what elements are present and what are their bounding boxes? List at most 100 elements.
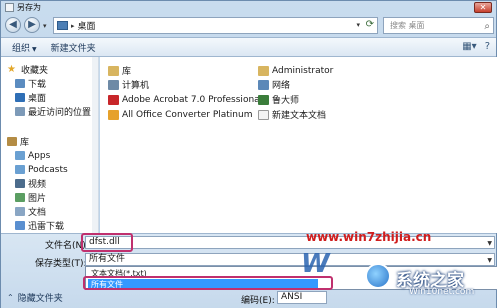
sidebar-item-label: 最近访问的位置 (28, 108, 92, 118)
highlight-box (81, 233, 133, 252)
address-row: ◀ ▶ ▾ ▸ 桌面 ▾ ⟳ 搜索 桌面 ⌕ (1, 14, 496, 36)
sidebar-item-label: Podcasts (28, 164, 68, 175)
refresh-icon[interactable]: ⟳ (366, 19, 374, 30)
hide-folders-button[interactable]: ⌃ 隐藏文件夹 (7, 291, 63, 304)
address-path[interactable]: 桌面 (78, 19, 96, 32)
highlight-box (83, 276, 333, 290)
organize-button[interactable]: 组织 ▼ (12, 41, 37, 54)
search-icon[interactable]: ⌕ (484, 19, 490, 34)
file-label: Adobe Acrobat 7.0 Professional (122, 94, 263, 105)
sidebar-item-xunlei[interactable]: 迅雷下载 (15, 219, 113, 232)
watermark-url: www.win7zhijia.cn (306, 230, 432, 244)
new-folder-button[interactable]: 新建文件夹 (51, 41, 96, 54)
filename-field[interactable]: dfst.dll ▼ (85, 236, 495, 249)
address-dropdown-icon[interactable]: ▾ (356, 21, 360, 29)
organize-label: 组织 (12, 43, 31, 54)
chevron-down-icon[interactable]: ▼ (487, 238, 492, 249)
encoding-select[interactable]: ANSI (277, 291, 327, 304)
sidebar-item-label: 库 (20, 138, 30, 148)
app-icon (5, 3, 14, 12)
hide-folders-label: 隐藏文件夹 (17, 294, 63, 304)
sidebar-item-pictures[interactable]: 图片 (15, 191, 113, 204)
library-icon (7, 137, 17, 146)
forward-button[interactable]: ▶ (24, 17, 40, 33)
list-item[interactable]: Administrator (258, 63, 333, 78)
list-item[interactable]: 网络 (258, 77, 290, 92)
user-folder-icon (258, 65, 269, 76)
file-label: 库 (122, 67, 132, 77)
watermark-site: Win10net.com (409, 287, 475, 297)
sidebar-item-podcasts[interactable]: Podcasts (15, 163, 113, 176)
sidebar-item-label: 迅雷下载 (28, 222, 65, 232)
chevron-down-icon: ▼ (32, 45, 37, 53)
sidebar-item-documents[interactable]: 文档 (15, 205, 113, 218)
search-placeholder: 搜索 桌面 (390, 21, 425, 30)
sidebar-item-label: 桌面 (28, 94, 47, 104)
watermark-logo: W (301, 249, 330, 279)
list-item[interactable]: All Office Converter Platinum (108, 107, 252, 122)
recent-pages-dropdown-icon[interactable]: ▾ (43, 22, 47, 30)
file-label: 网络 (272, 81, 291, 91)
save-type-select[interactable]: 所有文件 ▼ (85, 253, 495, 266)
watermark-globe-icon (365, 263, 391, 289)
sidebar-item-apps[interactable]: Apps (15, 149, 113, 162)
chevron-down-icon[interactable]: ▼ (487, 255, 492, 266)
sidebar-item-label: Apps (28, 150, 51, 161)
ludashi-icon (258, 94, 269, 105)
file-label: Administrator (272, 65, 334, 76)
list-item[interactable]: 鲁大师 (258, 92, 299, 107)
sidebar-scrollbar[interactable] (92, 57, 98, 233)
recent-places-icon (15, 107, 25, 116)
desktop-icon (15, 93, 25, 102)
file-label: 新建文本文档 (272, 111, 327, 121)
download-folder-icon (15, 79, 25, 88)
list-item[interactable]: 新建文本文档 (258, 107, 326, 122)
sidebar-item-recent[interactable]: 最近访问的位置 (15, 105, 113, 118)
apps-folder-icon (15, 151, 25, 160)
sidebar-item-label: 视频 (28, 180, 47, 190)
sidebar-item-label: 文档 (28, 208, 47, 218)
list-item[interactable]: 计算机 (108, 77, 149, 92)
file-label: 鲁大师 (272, 96, 300, 106)
video-icon (15, 179, 25, 188)
podcasts-folder-icon (15, 165, 25, 174)
sidebar-item-label: 下载 (28, 80, 47, 90)
save-type-value: 所有文件 (89, 254, 126, 264)
chevron-up-icon: ⌃ (7, 293, 14, 302)
sidebar-item-desktop[interactable]: 桌面 (15, 91, 113, 104)
encoding-value: ANSI (281, 292, 303, 302)
save-type-label: 保存类型(T): (35, 259, 87, 269)
file-label: 计算机 (122, 81, 150, 91)
download-folder-icon (15, 221, 25, 230)
network-icon (258, 79, 269, 90)
sidebar-item-downloads[interactable]: 下载 (15, 77, 113, 90)
address-bar[interactable]: ▸ 桌面 ▾ ⟳ (53, 17, 378, 34)
star-icon: ★ (7, 64, 16, 75)
title-bar: 另存为 ✕ (1, 1, 496, 14)
search-input[interactable]: 搜索 桌面 ⌕ (383, 17, 494, 34)
acrobat-icon (108, 94, 119, 105)
help-icon[interactable]: ? (485, 41, 490, 52)
close-button[interactable]: ✕ (474, 2, 492, 13)
encoding-label: 编码(E): (241, 296, 275, 306)
navigation-pane: ★ 收藏夹 下载 桌面 最近访问的位置 库 Apps Podcasts 视频 图… (1, 57, 99, 233)
toolbar: 组织 ▼ 新建文件夹 ▦▾ ? (1, 37, 496, 57)
view-options-icon[interactable]: ▦▾ (462, 41, 476, 52)
list-item[interactable]: 库 (108, 63, 131, 78)
converter-icon (108, 109, 119, 120)
document-icon (15, 207, 25, 216)
sidebar-item-videos[interactable]: 视频 (15, 177, 113, 190)
chevron-right-icon[interactable]: ▸ (71, 22, 75, 30)
file-list: 库 计算机 Adobe Acrobat 7.0 Professional All… (100, 57, 497, 233)
picture-icon (15, 193, 25, 202)
back-button[interactable]: ◀ (5, 17, 21, 33)
sidebar-item-libraries[interactable]: 库 (7, 135, 105, 148)
file-label: All Office Converter Platinum (122, 109, 253, 120)
save-as-dialog: 另存为 ✕ ◀ ▶ ▾ ▸ 桌面 ▾ ⟳ 搜索 桌面 ⌕ 组织 ▼ 新建文件夹 ▦… (0, 0, 497, 308)
window-title: 另存为 (17, 3, 41, 12)
sidebar-item-favorites[interactable]: ★ 收藏夹 (7, 63, 105, 76)
folder-icon (57, 21, 68, 30)
list-item[interactable]: Adobe Acrobat 7.0 Professional (108, 92, 262, 107)
sidebar-item-label: 图片 (28, 194, 47, 204)
computer-icon (108, 79, 119, 90)
